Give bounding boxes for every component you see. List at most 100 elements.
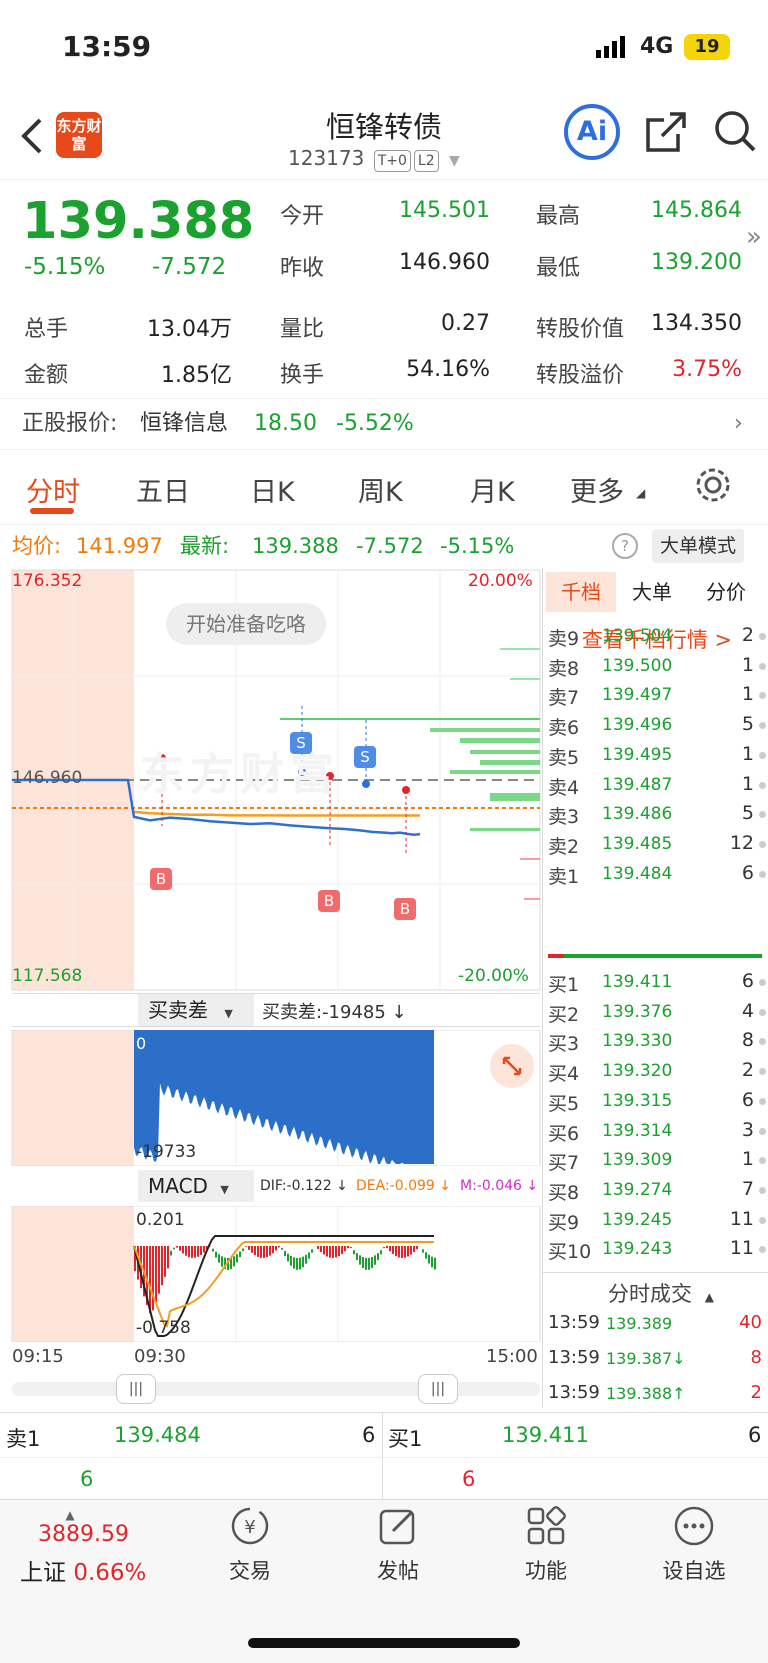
search-icon[interactable] <box>712 108 758 158</box>
last-change-value: -7.572 <box>356 534 424 558</box>
macd-bar <box>260 1246 262 1258</box>
conversion-value: 134.350 <box>651 311 742 336</box>
tab-five-day[interactable]: 五日 <box>136 470 190 509</box>
bid-row[interactable]: 买6 139.314 3 <box>546 1119 768 1149</box>
ask-row[interactable]: 卖9 139.504 2 <box>546 624 768 654</box>
avg-price-value: 141.997 <box>76 534 163 558</box>
sell-marker: S <box>290 732 312 754</box>
macd-bar <box>326 1246 328 1257</box>
level-dot <box>759 840 766 848</box>
bid-row[interactable]: 买2 139.376 4 <box>546 1000 768 1030</box>
ask-row[interactable]: 卖8 139.500 1 <box>546 654 768 684</box>
dropdown-icon: ▼ <box>224 1007 233 1020</box>
ask-row[interactable]: 卖6 139.496 5 <box>546 713 768 743</box>
stock-header: 恒锋转债 123173 T+0 L2 ▼ Ai <box>0 96 768 180</box>
level-label: 卖9 <box>548 628 580 650</box>
trade-row: 13:59 139.387↓ 8 <box>546 1347 764 1377</box>
bid-row[interactable]: 买5 139.315 6 <box>546 1089 768 1119</box>
tab-big-orders[interactable]: 大单 <box>632 572 672 612</box>
macd-bar <box>401 1246 403 1258</box>
chevron-right-icon[interactable]: » <box>746 222 762 252</box>
macd-bar <box>311 1249 313 1253</box>
bid-row[interactable]: 买8 139.274 7 <box>546 1178 768 1208</box>
tab-month-k[interactable]: 月K <box>470 470 515 509</box>
bid-row[interactable]: 买4 139.320 2 <box>546 1059 768 1089</box>
macd-bar <box>380 1250 382 1255</box>
vol-indicator-selector[interactable]: 买卖差 ▼ <box>138 994 254 1026</box>
macd-bar <box>338 1246 340 1257</box>
chat-bubble[interactable]: 开始准备吃咯 <box>166 603 326 645</box>
buy-marker: B <box>318 890 340 912</box>
macd-bar <box>275 1246 277 1251</box>
bid-row[interactable]: 买10 139.243 11 <box>546 1237 768 1267</box>
bid-row[interactable]: 买3 139.330 8 <box>546 1029 768 1059</box>
tab-week-k[interactable]: 周K <box>358 470 403 509</box>
turnover-value: 54.16% <box>406 357 490 382</box>
ai-button[interactable]: Ai <box>564 104 620 160</box>
ask-row[interactable]: 卖7 139.497 1 <box>546 683 768 713</box>
bid-row[interactable]: 买9 139.245 11 <box>546 1208 768 1238</box>
macd-bar <box>398 1246 400 1258</box>
bottom-bid-label: 买1 <box>388 1427 423 1451</box>
macd-bar <box>350 1247 352 1249</box>
help-icon[interactable]: ? <box>612 533 638 559</box>
level-label: 买4 <box>548 1063 580 1086</box>
nav-functions[interactable]: 功能 <box>496 1505 596 1585</box>
nav-post[interactable]: 发帖 <box>348 1505 448 1585</box>
tab-day-k[interactable]: 日K <box>250 470 295 509</box>
triangle-up-icon: ▲ <box>65 1508 75 1522</box>
slider-handle-left[interactable]: ||| <box>116 1374 156 1404</box>
macd-selector[interactable]: MACD ▼ <box>138 1170 254 1202</box>
home-indicator <box>248 1638 520 1648</box>
tab-price-distribution[interactable]: 分价 <box>706 572 746 612</box>
trade-row: 13:59 139.388↑ 2 <box>546 1382 764 1412</box>
level-price: 139.486 <box>602 804 673 825</box>
level-label: 卖3 <box>548 806 580 829</box>
level-dot <box>759 1068 766 1076</box>
expand-icon[interactable] <box>490 1044 534 1088</box>
level-dot <box>759 1186 766 1194</box>
macd-bar <box>152 1246 154 1311</box>
tab-intraday[interactable]: 分时 <box>26 470 80 509</box>
pct-axis-max: 20.00% <box>468 571 533 591</box>
underlying-stock-row[interactable]: 正股报价: 恒锋信息 18.50 -5.52% › <box>0 398 768 450</box>
big-order-mode-button[interactable]: 大单模式 <box>652 529 745 563</box>
gear-icon[interactable] <box>694 466 732 508</box>
bottom-quote-bar: 卖1 139.484 6 买1 139.411 6 6 6 <box>0 1412 768 1501</box>
macd-bar <box>218 1254 220 1263</box>
trade-time: 13:59 <box>548 1382 600 1403</box>
conversion-value-label: 转股价值 <box>536 317 625 342</box>
tab-depth[interactable]: 千档 <box>546 572 616 612</box>
ask-row[interactable]: 卖4 139.487 1 <box>546 773 768 803</box>
bid-row[interactable]: 买1 139.411 6 <box>546 970 768 1000</box>
macd-bar <box>305 1254 307 1264</box>
level-dot <box>759 722 766 730</box>
range-slider[interactable]: ||| ||| <box>12 1374 540 1404</box>
bid-row[interactable]: 买7 139.309 1 <box>546 1148 768 1178</box>
nav-watchlist[interactable]: 设自选 <box>644 1505 744 1585</box>
trade-volume: 40 <box>739 1312 762 1333</box>
macd-bar <box>278 1246 280 1248</box>
index-pct: 0.66% <box>73 1560 147 1586</box>
level-price: 139.315 <box>602 1090 673 1111</box>
level-price: 139.376 <box>602 1001 673 1022</box>
spread-bar <box>548 954 762 958</box>
turnover-label: 换手 <box>280 363 325 388</box>
ask-row[interactable]: 卖2 139.485 12 <box>546 832 768 862</box>
tab-more[interactable]: 更多 <box>570 470 624 509</box>
bottom-ask-label: 卖1 <box>6 1427 41 1451</box>
ask-row[interactable]: 卖3 139.486 5 <box>546 802 768 832</box>
slider-handle-right[interactable]: ||| <box>418 1374 458 1404</box>
macd-bar <box>197 1246 199 1257</box>
macd-bar <box>191 1246 193 1258</box>
stock-code-row[interactable]: 123173 T+0 L2 ▼ <box>288 146 460 172</box>
macd-bar <box>356 1253 358 1261</box>
nav-trade[interactable]: ¥ 交易 <box>200 1505 300 1585</box>
index-widget[interactable]: ▲ 3889.59 上证 0.66% <box>20 1508 170 1587</box>
share-icon[interactable] <box>644 110 688 158</box>
macd-bar <box>269 1246 271 1256</box>
ask-row[interactable]: 卖1 139.484 6 <box>546 862 768 892</box>
ask-row[interactable]: 卖5 139.495 1 <box>546 743 768 773</box>
macd-bar <box>242 1248 244 1252</box>
tick-trades-title[interactable]: 分时成交 ▲ <box>608 1278 714 1308</box>
